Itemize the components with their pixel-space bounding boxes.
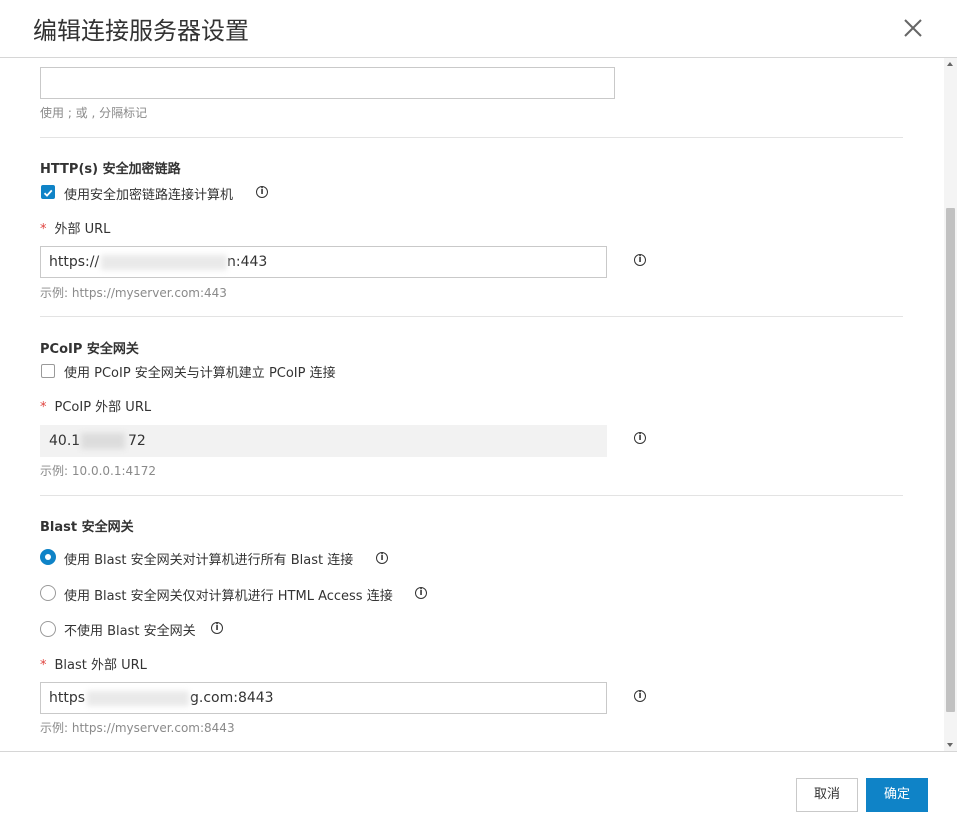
external-url-label-text: 外部 URL — [54, 222, 111, 237]
scroll-up-arrow-icon[interactable] — [947, 62, 953, 66]
redacted-blur — [81, 433, 125, 449]
secure-tunnel-label: 使用安全加密链路连接计算机 — [64, 188, 234, 203]
tags-input[interactable] — [40, 67, 615, 99]
blast-radio-none[interactable] — [40, 621, 56, 637]
redacted-blur — [101, 255, 227, 270]
pcoip-url-label-text: PCoIP 外部 URL — [54, 400, 152, 415]
info-icon[interactable]: i — [634, 432, 646, 444]
external-url-value-prefix: https:// — [49, 254, 100, 270]
close-icon[interactable] — [899, 14, 927, 42]
blast-url-value-suffix: g.com:8443 — [190, 690, 274, 706]
blast-radio-all[interactable] — [40, 549, 56, 565]
secure-tunnel-checkbox[interactable] — [41, 185, 55, 199]
pcoip-gateway-label: 使用 PCoIP 安全网关与计算机建立 PCoIP 连接 — [64, 366, 336, 381]
pcoip-url-input: 40.1 72 — [40, 425, 607, 457]
pcoip-section-title: PCoIP 安全网关 — [40, 342, 139, 357]
blast-url-label-text: Blast 外部 URL — [54, 658, 147, 673]
redacted-blur — [87, 691, 189, 706]
external-url-hint: 示例: https://myserver.com:443 — [40, 286, 227, 300]
ok-button[interactable]: 确定 — [866, 778, 928, 812]
divider — [40, 137, 903, 138]
scroll-down-arrow-icon[interactable] — [947, 743, 953, 747]
pcoip-url-value-suffix: 72 — [128, 433, 146, 449]
pcoip-url-hint: 示例: 10.0.0.1:4172 — [40, 464, 157, 478]
blast-radio-html-access[interactable] — [40, 585, 56, 601]
required-mark: * — [40, 400, 47, 415]
info-icon[interactable]: i — [634, 690, 646, 702]
external-url-input[interactable]: https:// n:443 — [40, 246, 607, 278]
pcoip-url-label: * PCoIP 外部 URL — [40, 396, 151, 415]
cancel-button[interactable]: 取消 — [796, 778, 858, 812]
pcoip-gateway-checkbox[interactable] — [41, 364, 55, 378]
dialog-footer: 取消 确定 — [0, 751, 957, 838]
divider — [40, 495, 903, 496]
info-icon[interactable]: i — [376, 552, 388, 564]
external-url-label: * 外部 URL — [40, 218, 110, 237]
blast-option-html-label: 使用 Blast 安全网关仅对计算机进行 HTML Access 连接 — [64, 589, 393, 604]
divider — [40, 316, 903, 317]
https-section-title: HTTP(s) 安全加密链路 — [40, 162, 181, 177]
pcoip-url-value-prefix: 40.1 — [49, 433, 81, 449]
tags-hint: 使用 ; 或 , 分隔标记 — [40, 106, 148, 120]
blast-section-title: Blast 安全网关 — [40, 520, 134, 535]
external-url-value-suffix: n:443 — [227, 254, 268, 270]
blast-url-input[interactable]: https g.com:8443 — [40, 682, 607, 714]
vertical-scrollbar[interactable] — [944, 58, 957, 751]
check-icon — [43, 189, 53, 197]
blast-url-label: * Blast 外部 URL — [40, 654, 147, 673]
required-mark: * — [40, 658, 47, 673]
info-icon[interactable]: i — [415, 587, 427, 599]
info-icon[interactable]: i — [256, 186, 268, 198]
edit-connection-server-dialog: 编辑连接服务器设置 使用 ; 或 , 分隔标记 HTTP(s) 安全加密链路 使… — [0, 0, 957, 838]
blast-option-none-label: 不使用 Blast 安全网关 — [64, 624, 196, 639]
dialog-title: 编辑连接服务器设置 — [33, 17, 249, 45]
blast-url-value-prefix: https — [49, 690, 86, 706]
dialog-content: 使用 ; 或 , 分隔标记 HTTP(s) 安全加密链路 使用安全加密链路连接计… — [0, 58, 944, 751]
required-mark: * — [40, 222, 47, 237]
dialog-header: 编辑连接服务器设置 — [0, 0, 957, 58]
blast-url-hint: 示例: https://myserver.com:8443 — [40, 721, 235, 735]
scrollbar-thumb[interactable] — [946, 208, 955, 712]
info-icon[interactable]: i — [211, 622, 223, 634]
info-icon[interactable]: i — [634, 254, 646, 266]
blast-option-all-label: 使用 Blast 安全网关对计算机进行所有 Blast 连接 — [64, 553, 354, 568]
